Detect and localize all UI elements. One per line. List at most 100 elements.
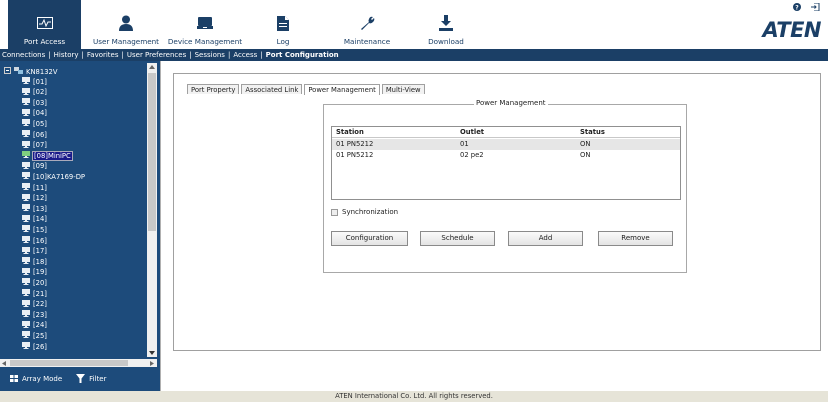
tree-root-label: KN8132V — [26, 67, 58, 76]
computer-icon — [22, 108, 30, 118]
configuration-button[interactable]: Configuration — [331, 231, 408, 246]
col-outlet[interactable]: Outlet — [460, 127, 484, 138]
nav-device-management-label: Device Management — [167, 37, 243, 46]
cell-status: ON — [580, 151, 591, 159]
table-header: Station Outlet Status — [332, 127, 680, 138]
nav-device-management[interactable]: Device Management — [166, 0, 244, 49]
tree-port-label: [24] — [33, 321, 47, 330]
tree-port-item[interactable]: [02] — [22, 87, 47, 97]
subnav-access[interactable]: Access — [233, 51, 257, 59]
tree-port-label: [08]MiniPC — [32, 150, 73, 161]
tree-port-item[interactable]: [21] — [22, 289, 47, 298]
subnav-port-configuration[interactable]: Port Configuration — [266, 51, 339, 59]
tree-port-item[interactable]: [05] — [22, 119, 47, 128]
col-station[interactable]: Station — [336, 127, 364, 138]
scroll-down-icon[interactable] — [149, 351, 155, 355]
scroll-up-icon[interactable] — [149, 65, 155, 69]
scroll-thumb[interactable] — [148, 73, 156, 231]
tree-port-label: [14] — [33, 215, 47, 224]
subnav-user-preferences[interactable]: User Preferences — [127, 51, 186, 59]
tree-port-item[interactable]: [07] — [22, 140, 47, 150]
tree-port-item[interactable]: [26] — [22, 342, 47, 351]
tree-port-item[interactable]: [14] — [22, 214, 47, 224]
download-icon — [421, 14, 471, 32]
tree-port-item[interactable]: [18] — [22, 257, 47, 266]
horizontal-scrollbar[interactable] — [0, 359, 157, 367]
tree-port-item[interactable]: [23] — [22, 310, 47, 319]
computer-icon — [22, 246, 30, 256]
nav-log[interactable]: Log — [263, 0, 303, 49]
nav-port-access[interactable]: Port Access — [8, 0, 81, 49]
tree-port-item[interactable]: [20] — [22, 278, 47, 287]
subnav-connections[interactable]: Connections — [2, 51, 45, 59]
nav-download[interactable]: Download — [421, 0, 471, 49]
tree-port-item[interactable]: [15] — [22, 225, 47, 234]
switch-icon — [14, 67, 23, 76]
computer-icon — [22, 299, 30, 309]
tree-port-item[interactable]: [08]MiniPC — [22, 150, 73, 161]
tab-port-property[interactable]: Port Property — [187, 84, 240, 94]
nav-maintenance[interactable]: Maintenance — [338, 0, 396, 49]
collapse-icon[interactable] — [4, 67, 11, 76]
tree-port-item[interactable]: [19] — [22, 267, 47, 277]
scroll-thumb[interactable] — [10, 360, 128, 366]
tree-port-item[interactable]: [22] — [22, 299, 47, 309]
table-row[interactable]: 01 PN5212 02 pe2 ON — [332, 150, 680, 161]
tree-port-item[interactable]: [01] — [22, 77, 47, 86]
nav-log-label: Log — [276, 37, 290, 46]
tree-port-item[interactable]: [12] — [22, 193, 47, 203]
tree-port-item[interactable]: [10]KA7169-DP — [22, 172, 85, 181]
scroll-left-icon[interactable] — [2, 361, 6, 366]
help-icon[interactable]: ? — [793, 3, 801, 14]
top-nav-bar: Port Access User Management Device Manag… — [0, 0, 828, 49]
computer-icon — [22, 257, 30, 266]
tree-port-item[interactable]: [17] — [22, 246, 47, 256]
computer-icon — [22, 278, 30, 287]
tree-port-label: [17] — [33, 247, 47, 256]
tab-multi-view[interactable]: Multi-View — [381, 84, 425, 94]
tree-port-item[interactable]: [11] — [22, 183, 47, 192]
power-management-group: Power Management Station Outlet Status 0… — [323, 99, 687, 273]
checkbox-box[interactable] — [331, 208, 338, 216]
computer-icon — [22, 225, 30, 234]
tree-port-item[interactable]: [09] — [22, 161, 47, 171]
tree-port-label: [25] — [33, 331, 47, 340]
tree-port-label: [06] — [33, 130, 47, 139]
tree-port-item[interactable]: [24] — [22, 320, 47, 330]
computer-icon — [22, 161, 30, 171]
nav-user-management[interactable]: User Management — [86, 0, 166, 49]
tree-port-item[interactable]: [03] — [22, 98, 47, 107]
tree-port-item[interactable]: [16] — [22, 236, 47, 245]
add-button[interactable]: Add — [508, 231, 583, 246]
tab-power-management[interactable]: Power Management — [304, 84, 380, 95]
schedule-button[interactable]: Schedule — [420, 231, 495, 246]
tree-port-item[interactable]: [25] — [22, 331, 47, 340]
computer-icon — [22, 87, 30, 97]
tree-port-label: [05] — [33, 119, 47, 128]
subnav-history[interactable]: History — [54, 51, 79, 59]
vertical-scrollbar[interactable] — [147, 63, 157, 357]
nav-port-access-label: Port Access — [23, 37, 66, 46]
col-status[interactable]: Status — [580, 127, 605, 138]
subnav-sessions[interactable]: Sessions — [195, 51, 225, 59]
port-access-icon — [8, 14, 81, 32]
subnav-favorites[interactable]: Favorites — [87, 51, 119, 59]
synchronization-label: Synchronization — [342, 208, 399, 216]
array-mode-button[interactable]: Array Mode — [10, 374, 62, 384]
tree-root-node[interactable]: KN8132V — [4, 67, 58, 76]
computer-icon — [22, 342, 30, 351]
tree-port-item[interactable]: [13] — [22, 204, 47, 213]
computer-icon — [22, 183, 30, 192]
logout-icon[interactable] — [811, 2, 820, 14]
table-row[interactable]: 01 PN5212 01 ON — [332, 139, 680, 150]
tree-port-item[interactable]: [04] — [22, 108, 47, 118]
tree-port-label: [09] — [33, 162, 47, 171]
scroll-right-icon[interactable] — [150, 361, 154, 366]
tab-associated-link[interactable]: Associated Link — [241, 84, 303, 94]
tree-port-item[interactable]: [06] — [22, 130, 47, 139]
tree-port-label: [13] — [33, 204, 47, 213]
filter-button[interactable]: Filter — [76, 373, 107, 385]
cell-outlet: 01 — [460, 140, 469, 148]
remove-button[interactable]: Remove — [598, 231, 673, 246]
synchronization-checkbox[interactable]: Synchronization — [331, 208, 398, 216]
